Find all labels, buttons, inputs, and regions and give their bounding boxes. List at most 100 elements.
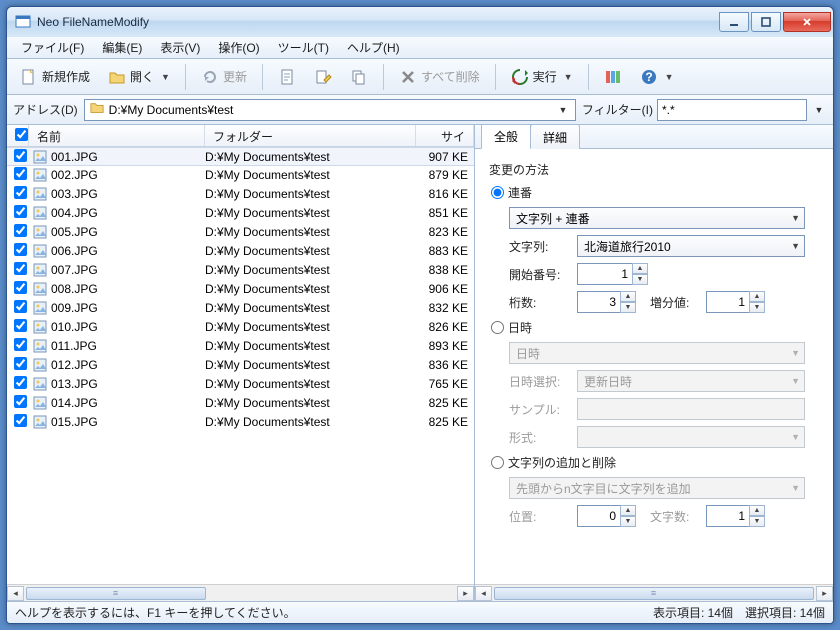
table-row[interactable]: 013.JPGD:¥My Documents¥test765 KE [7,375,474,394]
row-checkbox[interactable] [14,414,27,427]
scroll-thumb[interactable]: ≡ [26,587,206,600]
col-size-header[interactable]: サイ [416,125,474,146]
address-input[interactable] [109,103,551,117]
open-button[interactable]: 開く ▼ [101,63,177,91]
menu-tools[interactable]: ツール(T) [270,37,337,58]
scroll-thumb[interactable]: ≡ [494,587,814,600]
col-name-header[interactable]: 名前 [29,125,205,146]
dt-select-combo[interactable]: 更新日時 ▼ [577,370,805,392]
col-folder-header[interactable]: フォルダー [205,125,416,146]
menu-help[interactable]: ヘルプ(H) [339,37,408,58]
format-combo[interactable]: ▼ [577,426,805,448]
address-field[interactable]: ▼ [84,99,576,121]
table-row[interactable]: 007.JPGD:¥My Documents¥test838 KE [7,261,474,280]
close-button[interactable] [783,12,831,32]
radio-addremove[interactable] [491,456,504,469]
table-row[interactable]: 003.JPGD:¥My Documents¥test816 KE [7,185,474,204]
copy-button[interactable] [343,63,375,91]
rename-button[interactable] [307,63,339,91]
run-button[interactable]: 実行 ▼ [504,63,580,91]
file-list[interactable]: 001.JPGD:¥My Documents¥test907 KE002.JPG… [7,147,474,584]
refresh-button[interactable]: 更新 [194,63,254,91]
scroll-left-button[interactable]: ◂ [475,586,492,601]
spin-down-icon[interactable]: ▼ [749,516,765,527]
radio-renban[interactable] [491,186,504,199]
new-button[interactable]: 新規作成 [13,63,97,91]
scroll-left-button[interactable]: ◂ [7,586,24,601]
horizontal-scrollbar[interactable]: ◂ ≡ ▸ [7,584,474,601]
addremove-combo[interactable]: 先頭からn文字目に文字列を追加 ▼ [509,477,805,499]
table-row[interactable]: 012.JPGD:¥My Documents¥test836 KE [7,356,474,375]
minimize-button[interactable] [719,12,749,32]
digits-input[interactable] [577,291,621,313]
scroll-right-button[interactable]: ▸ [816,586,833,601]
col-checkbox-header[interactable] [7,125,29,146]
table-row[interactable]: 006.JPGD:¥My Documents¥test883 KE [7,242,474,261]
spin-up-icon[interactable]: ▲ [749,291,765,302]
spin-up-icon[interactable]: ▲ [620,291,636,302]
pos-spinner[interactable]: ▲▼ [577,505,636,527]
filter-dropdown-icon[interactable]: ▼ [811,105,827,115]
radio-datetime[interactable] [491,321,504,334]
string-combo[interactable]: 北海道旅行2010 ▼ [577,235,805,257]
delete-all-button[interactable]: すべて削除 [392,63,487,91]
radio-datetime-label: 日時 [508,319,532,336]
tab-detail[interactable]: 詳細 [530,125,580,149]
row-checkbox[interactable] [14,205,27,218]
horizontal-scrollbar-right[interactable]: ◂ ≡ ▸ [475,584,833,601]
titlebar[interactable]: Neo FileNameModify [7,7,833,37]
row-checkbox[interactable] [14,167,27,180]
table-row[interactable]: 015.JPGD:¥My Documents¥test825 KE [7,413,474,432]
spin-down-icon[interactable]: ▼ [749,302,765,313]
chars-input[interactable] [706,505,750,527]
spin-up-icon[interactable]: ▲ [620,505,636,516]
maximize-button[interactable] [751,12,781,32]
row-checkbox[interactable] [14,281,27,294]
help-button[interactable]: ?▼ [633,63,681,91]
spin-down-icon[interactable]: ▼ [620,516,636,527]
address-dropdown-icon[interactable]: ▼ [555,105,571,115]
spin-down-icon[interactable]: ▼ [632,274,648,285]
table-row[interactable]: 011.JPGD:¥My Documents¥test893 KE [7,337,474,356]
table-row[interactable]: 010.JPGD:¥My Documents¥test826 KE [7,318,474,337]
row-checkbox[interactable] [14,262,27,275]
row-checkbox[interactable] [14,300,27,313]
table-row[interactable]: 009.JPGD:¥My Documents¥test832 KE [7,299,474,318]
table-row[interactable]: 004.JPGD:¥My Documents¥test851 KE [7,204,474,223]
table-row[interactable]: 001.JPGD:¥My Documents¥test907 KE [7,147,474,166]
digits-spinner[interactable]: ▲▼ [577,291,636,313]
row-checkbox[interactable] [14,338,27,351]
start-input[interactable] [577,263,633,285]
row-checkbox[interactable] [14,319,27,332]
table-row[interactable]: 014.JPGD:¥My Documents¥test825 KE [7,394,474,413]
spin-up-icon[interactable]: ▲ [632,263,648,274]
row-checkbox[interactable] [14,376,27,389]
row-checkbox[interactable] [14,224,27,237]
books-button[interactable] [597,63,629,91]
incr-input[interactable] [706,291,750,313]
menu-file[interactable]: ファイル(F) [13,37,92,58]
scroll-right-button[interactable]: ▸ [457,586,474,601]
row-checkbox[interactable] [14,149,27,162]
table-row[interactable]: 005.JPGD:¥My Documents¥test823 KE [7,223,474,242]
start-spinner[interactable]: ▲▼ [577,263,648,285]
menu-view[interactable]: 表示(V) [152,37,208,58]
row-checkbox[interactable] [14,357,27,370]
spin-up-icon[interactable]: ▲ [749,505,765,516]
incr-spinner[interactable]: ▲▼ [706,291,765,313]
chars-spinner[interactable]: ▲▼ [706,505,765,527]
edit-button[interactable] [271,63,303,91]
menu-operation[interactable]: 操作(O) [210,37,267,58]
tab-general[interactable]: 全般 [481,125,531,149]
table-row[interactable]: 008.JPGD:¥My Documents¥test906 KE [7,280,474,299]
filter-input[interactable] [657,99,807,121]
datetime-combo[interactable]: 日時 ▼ [509,342,805,364]
row-checkbox[interactable] [14,243,27,256]
mode-combo[interactable]: 文字列 + 連番 ▼ [509,207,805,229]
menu-edit[interactable]: 編集(E) [94,37,150,58]
table-row[interactable]: 002.JPGD:¥My Documents¥test879 KE [7,166,474,185]
row-checkbox[interactable] [14,395,27,408]
spin-down-icon[interactable]: ▼ [620,302,636,313]
row-checkbox[interactable] [14,186,27,199]
pos-input[interactable] [577,505,621,527]
